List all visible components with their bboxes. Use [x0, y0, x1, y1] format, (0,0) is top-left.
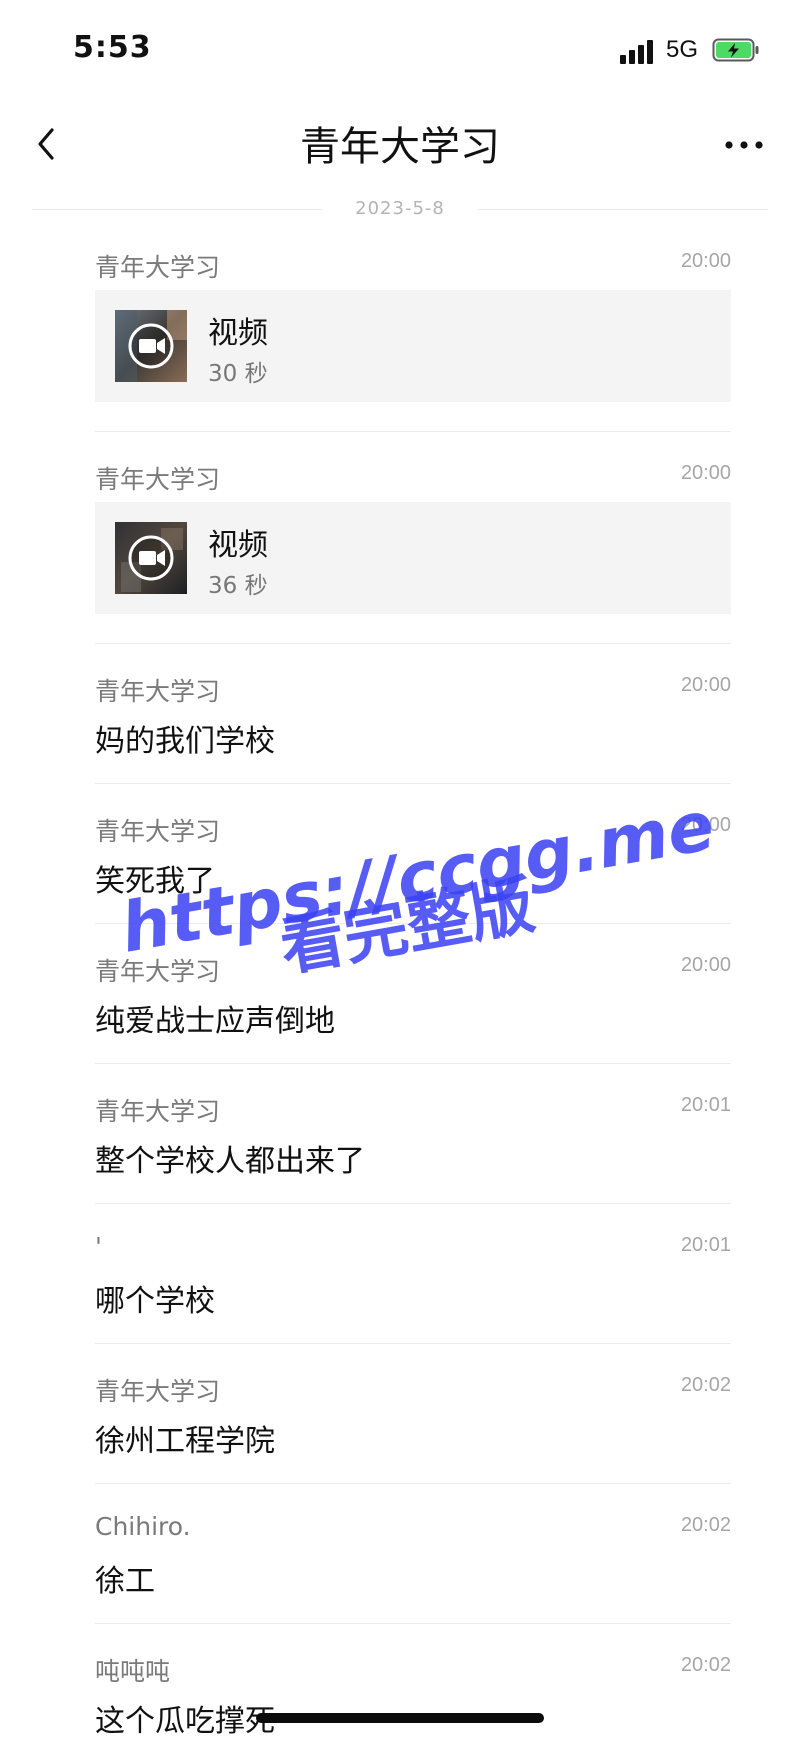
message-sender: 青年大学习: [95, 957, 221, 986]
message-text: 徐工: [95, 1564, 155, 1599]
message-sender: 青年大学习: [95, 465, 221, 494]
message-sender: Chihiro.: [95, 1512, 191, 1541]
message-text: 整个学校人都出来了: [95, 1144, 365, 1179]
message-divider: [95, 1063, 731, 1064]
message-sender: 青年大学习: [95, 817, 221, 846]
message-sender: 青年大学习: [95, 253, 221, 282]
message-sender: 青年大学习: [95, 1097, 221, 1126]
message-divider: [95, 783, 731, 784]
message-sender: 吨吨吨: [95, 1657, 171, 1686]
message-text: 笑死我了: [95, 864, 215, 899]
message-text: 纯爱战士应声倒地: [95, 1004, 335, 1039]
message-text: 哪个学校: [95, 1284, 215, 1319]
message-divider: [95, 1483, 731, 1484]
video-camera-icon: [115, 522, 187, 594]
video-camera-icon: [115, 310, 187, 382]
message-time: 20:00: [680, 814, 731, 836]
message-time: 20:00: [680, 250, 731, 272]
message-sender: 青年大学习: [95, 1377, 221, 1406]
message-sender: 青年大学习: [95, 677, 221, 706]
message-item[interactable]: 青年大学习 20:00 视频 36 秒: [95, 460, 731, 644]
date-label: 2023-5-8: [341, 198, 459, 219]
message-divider: [95, 1623, 731, 1624]
message-item[interactable]: 青年大学习 20:01 整个学校人都出来了: [95, 1092, 731, 1232]
video-duration: 36 秒: [208, 573, 268, 599]
home-indicator[interactable]: [256, 1713, 544, 1723]
message-divider: [95, 1343, 731, 1344]
message-divider: [95, 643, 731, 644]
message-item[interactable]: 青年大学习 20:00 纯爱战士应声倒地: [95, 952, 731, 1092]
message-item[interactable]: 青年大学习 20:00 笑死我了: [95, 812, 731, 952]
message-time: 20:00: [680, 462, 731, 484]
signal-icon: [620, 38, 658, 64]
video-title: 视频: [208, 528, 268, 563]
message-item[interactable]: 青年大学习 20:02 徐州工程学院: [95, 1372, 731, 1512]
message-time: 20:01: [680, 1094, 731, 1116]
message-divider: [95, 923, 731, 924]
message-time: 20:02: [680, 1374, 731, 1396]
message-item[interactable]: 青年大学习 20:00 妈的我们学校: [95, 672, 731, 812]
battery-charging-icon: [712, 38, 759, 62]
message-item[interactable]: 青年大学习 20:00 视频 30 秒: [95, 248, 731, 432]
page-title: 青年大学习: [300, 124, 500, 170]
nav-bar: 青年大学习: [0, 100, 800, 190]
message-divider: [95, 431, 731, 432]
video-duration: 30 秒: [208, 361, 268, 387]
status-bar: 5:53 5G: [0, 0, 800, 100]
message-time: 20:00: [680, 674, 731, 696]
video-card[interactable]: 视频 30 秒: [95, 290, 731, 402]
video-thumbnail: [115, 310, 187, 382]
message-text: 徐州工程学院: [95, 1424, 275, 1459]
message-divider: [95, 1203, 731, 1204]
status-time: 5:53: [73, 30, 152, 65]
network-label: 5G: [666, 36, 699, 63]
video-card[interactable]: 视频 36 秒: [95, 502, 731, 614]
message-time: 20:02: [680, 1654, 731, 1676]
message-item[interactable]: Chihiro. 20:02 徐工: [95, 1512, 731, 1652]
video-title: 视频: [208, 316, 268, 351]
message-text: 妈的我们学校: [95, 724, 275, 759]
message-time: 20:01: [680, 1234, 731, 1256]
more-dots-icon: [725, 141, 763, 149]
message-time: 20:00: [680, 954, 731, 976]
message-sender: ': [95, 1232, 102, 1261]
video-thumbnail: [115, 522, 187, 594]
message-item[interactable]: ' 20:01 哪个学校: [95, 1232, 731, 1372]
date-divider: 2023-5-8: [32, 198, 768, 222]
message-time: 20:02: [680, 1514, 731, 1536]
message-text: 这个瓜吃撑死: [95, 1704, 275, 1739]
more-button[interactable]: [700, 116, 780, 176]
